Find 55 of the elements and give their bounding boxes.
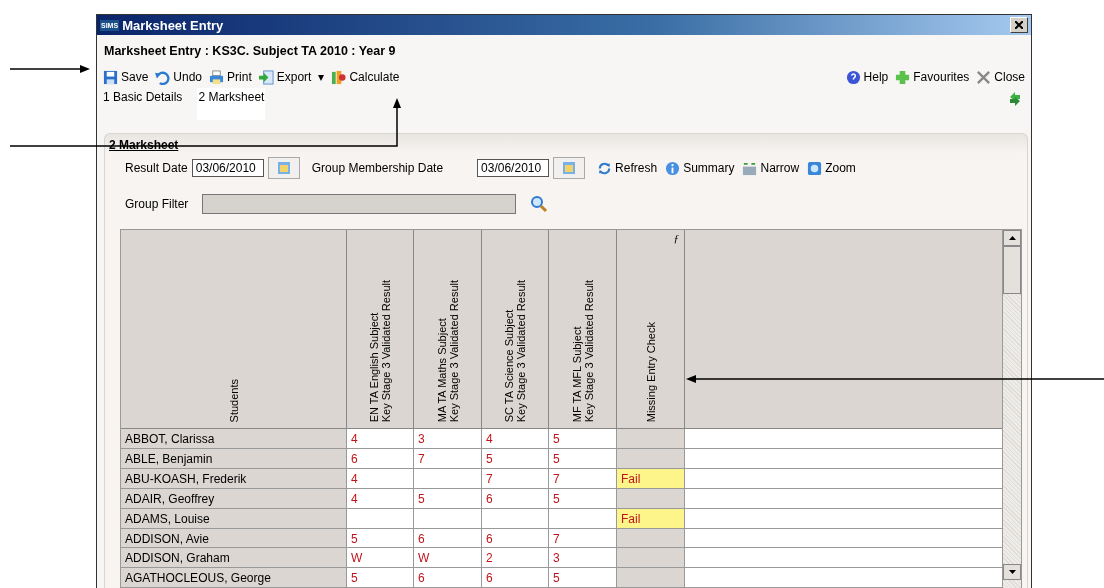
- calculate-button[interactable]: Calculate: [331, 69, 400, 85]
- date-picker-button[interactable]: [267, 157, 300, 179]
- student-cell: AGATHOCLEOUS, George: [121, 568, 347, 588]
- calculator-icon: [331, 69, 347, 85]
- date-field[interactable]: 03/06/2010: [191, 159, 264, 177]
- export-button[interactable]: Export: [258, 69, 312, 85]
- scroll-thumb[interactable]: [1003, 246, 1021, 294]
- student-cell: ABBOT, Clarissa: [121, 429, 347, 449]
- scroll-up-icon[interactable]: [1008, 236, 1016, 240]
- help-button[interactable]: Help: [845, 69, 889, 85]
- refresh-icon: [597, 160, 613, 176]
- student-cell: ADDISON, Graham: [121, 548, 347, 568]
- sync-arrows-icon: [1008, 91, 1022, 107]
- zoom-icon: [807, 160, 823, 176]
- undo-button[interactable]: Undo: [155, 69, 203, 85]
- tab[interactable]: 2 Marksheet: [197, 88, 266, 120]
- column-header: MA TA Maths Subject Key Stage 3 Validated Result: [414, 230, 482, 429]
- field-label: Group Filter: [125, 197, 189, 211]
- scroll-down-icon[interactable]: [1008, 570, 1016, 574]
- info-icon: [665, 160, 681, 176]
- tab[interactable]: 1 Basic Details: [102, 88, 184, 106]
- print-button[interactable]: Print: [209, 69, 252, 85]
- export-icon: [258, 69, 274, 85]
- plus-icon: [895, 69, 911, 85]
- student-cell: ABLE, Benjamin: [121, 449, 347, 468]
- columns-icon: [742, 160, 758, 176]
- favourites-button[interactable]: Favourites: [895, 69, 970, 85]
- search-icon[interactable]: [530, 195, 549, 213]
- close-button[interactable]: Close: [976, 69, 1025, 85]
- column-header: Missing Entry Check ƒ: [617, 230, 685, 429]
- date-picker-button[interactable]: [553, 157, 586, 179]
- calendar-icon: [275, 160, 292, 176]
- group-filter-field[interactable]: [202, 194, 517, 214]
- narrow-button[interactable]: Narrow: [742, 160, 800, 176]
- column-header: Students: [121, 230, 347, 429]
- field-label: Result Date: [125, 161, 188, 175]
- zoom-button[interactable]: Zoom: [807, 160, 856, 176]
- undo-icon: [155, 69, 171, 85]
- formula-icon: ƒ: [673, 232, 679, 244]
- help-icon: [845, 69, 861, 85]
- column-header: SC TA Science Subject Key Stage 3 Validated Result: [482, 230, 549, 429]
- date-field[interactable]: 03/06/2010: [477, 159, 550, 177]
- column-header: MF TA MFL Subject Key Stage 3 Validated Result: [549, 230, 617, 429]
- column-header: EN TA English Subject Key Stage 3 Validated Result: [347, 230, 414, 429]
- calendar-icon: [561, 160, 578, 176]
- summary-button[interactable]: Summary: [665, 160, 735, 176]
- refresh-button[interactable]: Refresh: [597, 160, 658, 176]
- page-heading: Marksheet Entry : KS3C. Subject TA 2010 : Year 9: [103, 43, 397, 60]
- window-title: Marksheet Entry: [122, 17, 225, 33]
- close-icon: [976, 69, 992, 85]
- save-button[interactable]: Save: [103, 69, 149, 85]
- close-icon[interactable]: [1010, 17, 1028, 33]
- printer-icon: [209, 69, 225, 85]
- field-label: Group Membership Date: [311, 161, 444, 175]
- vertical-scrollbar[interactable]: [1002, 230, 1021, 588]
